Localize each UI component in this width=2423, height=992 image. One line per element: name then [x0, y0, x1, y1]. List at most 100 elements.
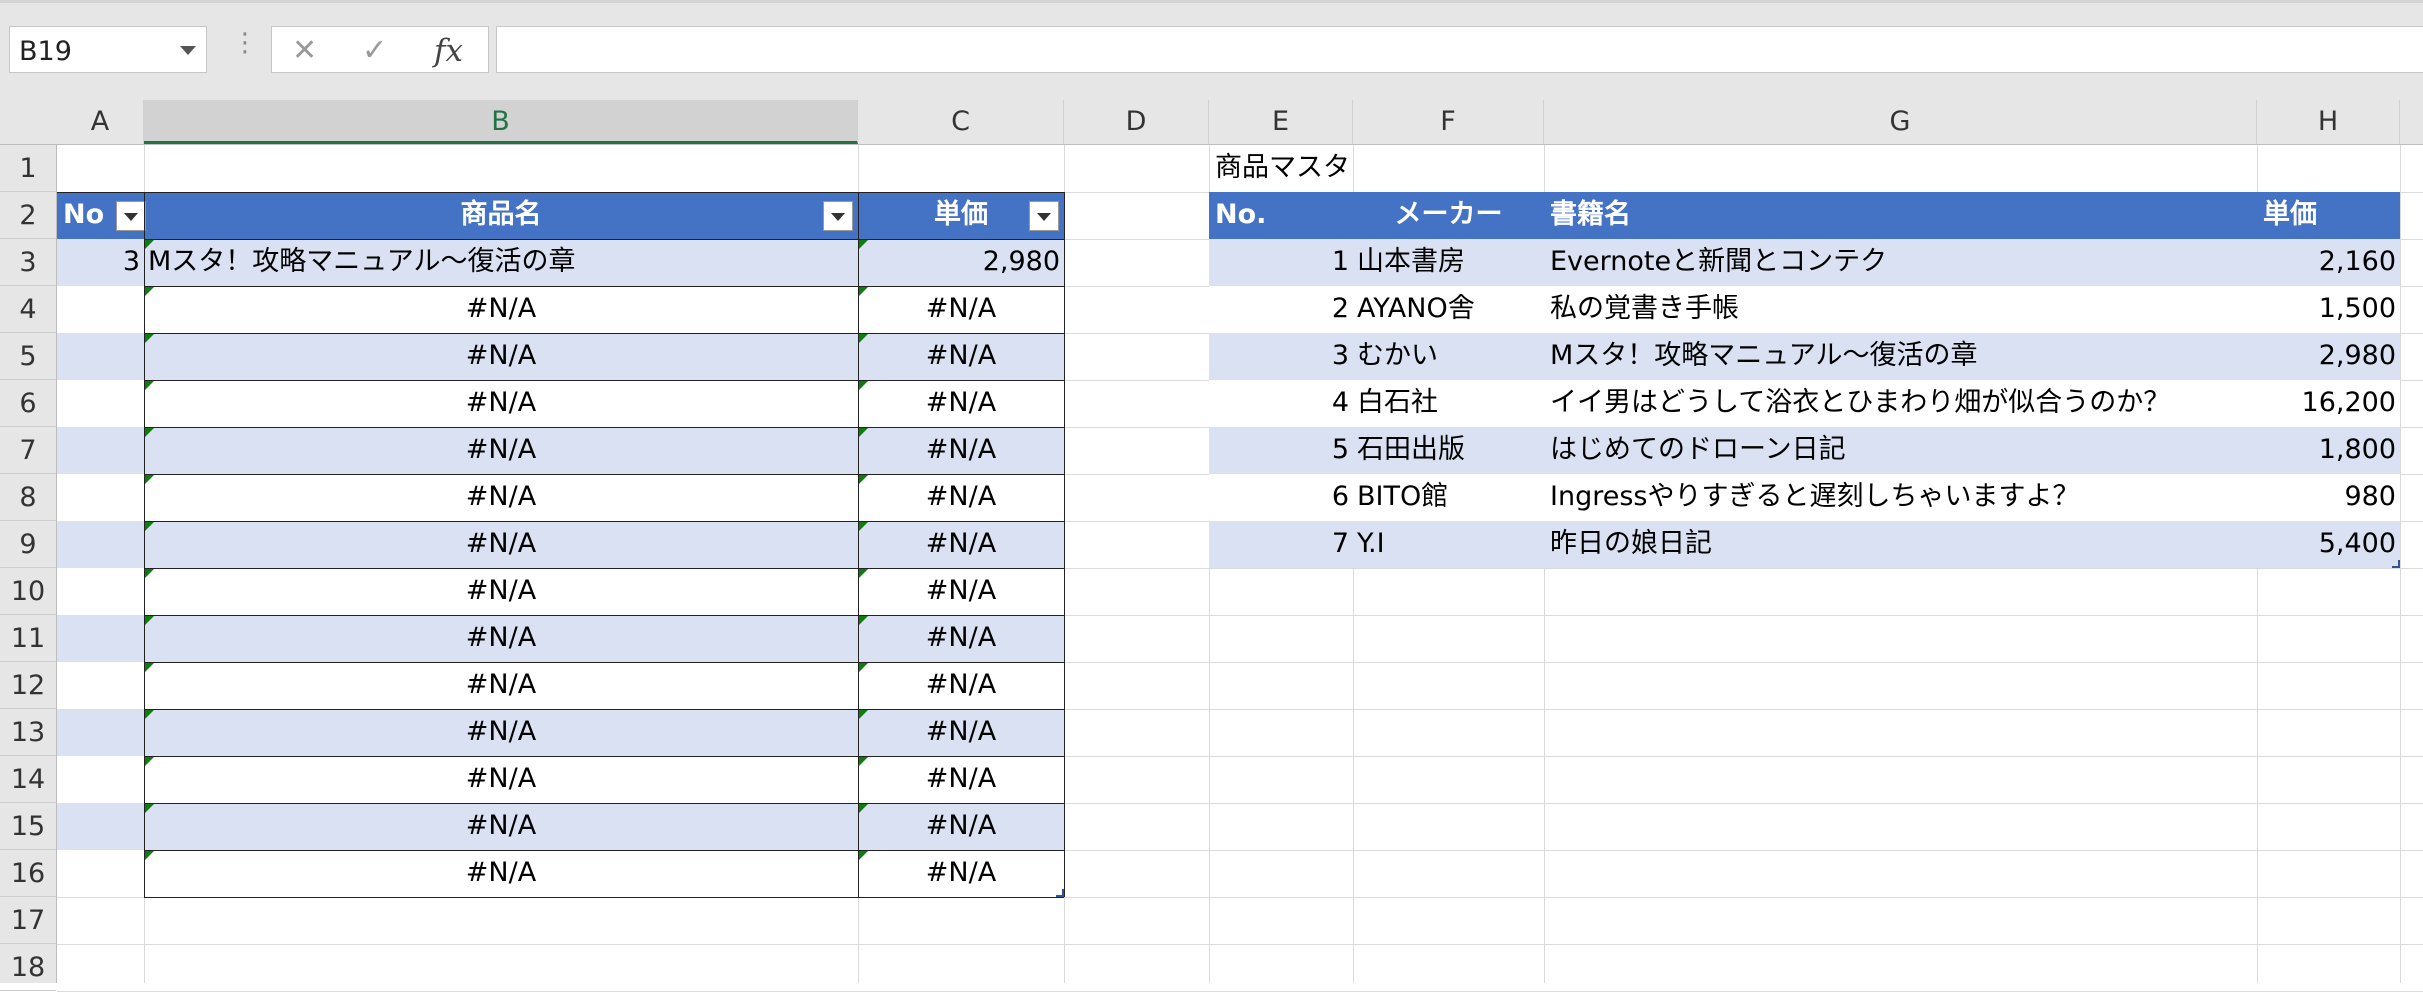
order-cell-name[interactable]: Mスタ！攻略マニュアル～復活の章: [144, 239, 858, 286]
row-header-11[interactable]: 11: [0, 615, 56, 662]
chevron-down-icon[interactable]: [180, 46, 196, 55]
row-header-3[interactable]: 3: [0, 239, 56, 286]
master-cell-book[interactable]: 私の覚書き手帳: [1544, 286, 2257, 333]
row-header-4[interactable]: 4: [0, 286, 56, 333]
master-cell-price[interactable]: 16,200: [2257, 380, 2400, 427]
column-header-b[interactable]: B: [144, 100, 858, 144]
master-cell-maker[interactable]: 白石社: [1353, 380, 1544, 427]
order-cell-price[interactable]: #N/A: [858, 615, 1064, 662]
order-cell-name[interactable]: #N/A: [144, 474, 858, 521]
row-header-12[interactable]: 12: [0, 662, 56, 709]
master-cell-price[interactable]: 980: [2257, 474, 2400, 521]
master-cell-no[interactable]: 1: [1209, 239, 1353, 286]
order-cell-no[interactable]: [57, 568, 144, 615]
master-cell-maker[interactable]: むかい: [1353, 333, 1544, 380]
master-cell-maker[interactable]: 山本書房: [1353, 239, 1544, 286]
order-cell-name[interactable]: #N/A: [144, 521, 858, 568]
order-cell-price[interactable]: #N/A: [858, 709, 1064, 756]
row-header-15[interactable]: 15: [0, 803, 56, 850]
master-cell-book[interactable]: はじめてのドローン日記: [1544, 427, 2257, 474]
order-cell-name[interactable]: #N/A: [144, 756, 858, 803]
order-cell-no[interactable]: [57, 662, 144, 709]
row-header-17[interactable]: 17: [0, 897, 56, 944]
order-cell-price[interactable]: #N/A: [858, 333, 1064, 380]
order-cell-name[interactable]: #N/A: [144, 568, 858, 615]
row-header-16[interactable]: 16: [0, 850, 56, 897]
cancel-icon[interactable]: ✕: [292, 33, 317, 68]
master-cell-no[interactable]: 5: [1209, 427, 1353, 474]
filter-dropdown-price[interactable]: [1029, 201, 1059, 231]
enter-icon[interactable]: ✓: [362, 33, 387, 68]
order-cell-price[interactable]: #N/A: [858, 850, 1064, 897]
master-cell-maker[interactable]: AYANO舎: [1353, 286, 1544, 333]
name-box-value[interactable]: B19: [19, 36, 72, 67]
column-header-f[interactable]: F: [1353, 100, 1544, 144]
row-header-8[interactable]: 8: [0, 474, 56, 521]
master-header-price[interactable]: 単価: [2257, 192, 2400, 239]
row-header-7[interactable]: 7: [0, 427, 56, 474]
order-cell-no[interactable]: [57, 850, 144, 897]
master-cell-maker[interactable]: BITO館: [1353, 474, 1544, 521]
master-cell-no[interactable]: 6: [1209, 474, 1353, 521]
row-header-5[interactable]: 5: [0, 333, 56, 380]
master-resize-handle[interactable]: [2392, 560, 2400, 568]
order-cell-no[interactable]: [57, 521, 144, 568]
order-cell-price[interactable]: #N/A: [858, 568, 1064, 615]
order-cell-name[interactable]: #N/A: [144, 662, 858, 709]
order-cell-no[interactable]: [57, 380, 144, 427]
master-cell-price[interactable]: 1,500: [2257, 286, 2400, 333]
row-header-10[interactable]: 10: [0, 568, 56, 615]
row-header-1[interactable]: 1: [0, 145, 56, 192]
order-cell-no[interactable]: [57, 803, 144, 850]
order-cell-no[interactable]: [57, 756, 144, 803]
master-cell-price[interactable]: 2,980: [2257, 333, 2400, 380]
row-header-13[interactable]: 13: [0, 709, 56, 756]
row-header-18[interactable]: 18: [0, 944, 56, 991]
order-cell-price[interactable]: #N/A: [858, 756, 1064, 803]
filter-dropdown-no[interactable]: [116, 201, 146, 231]
order-cell-no[interactable]: [57, 427, 144, 474]
order-cell-no[interactable]: [57, 286, 144, 333]
master-cell-no[interactable]: 3: [1209, 333, 1353, 380]
column-header-c[interactable]: C: [858, 100, 1064, 144]
master-cell-book[interactable]: Evernoteと新聞とコンテク: [1544, 239, 2257, 286]
order-cell-name[interactable]: #N/A: [144, 380, 858, 427]
order-cell-name[interactable]: #N/A: [144, 333, 858, 380]
order-cell-name[interactable]: #N/A: [144, 427, 858, 474]
master-header-maker[interactable]: メーカー: [1353, 192, 1544, 239]
order-cell-no[interactable]: [57, 615, 144, 662]
order-cell-price[interactable]: #N/A: [858, 380, 1064, 427]
order-cell-price[interactable]: #N/A: [858, 427, 1064, 474]
insert-function-icon[interactable]: fx: [434, 33, 463, 69]
order-cell-price[interactable]: #N/A: [858, 662, 1064, 709]
master-cell-maker[interactable]: 石田出版: [1353, 427, 1544, 474]
order-cell-name[interactable]: #N/A: [144, 803, 858, 850]
order-cell-no[interactable]: 3: [57, 239, 144, 286]
master-cell-no[interactable]: 2: [1209, 286, 1353, 333]
order-cell-price[interactable]: #N/A: [858, 803, 1064, 850]
more-options-icon[interactable]: ⋮: [232, 30, 258, 56]
row-header-9[interactable]: 9: [0, 521, 56, 568]
master-cell-maker[interactable]: Y.I: [1353, 521, 1544, 568]
column-header-g[interactable]: G: [1544, 100, 2257, 144]
order-cell-price[interactable]: #N/A: [858, 474, 1064, 521]
row-header-14[interactable]: 14: [0, 756, 56, 803]
column-header-d[interactable]: D: [1064, 100, 1209, 144]
name-box[interactable]: B19: [9, 26, 207, 73]
order-header-name[interactable]: 商品名: [144, 192, 858, 239]
row-header-2[interactable]: 2: [0, 192, 56, 239]
order-cell-price[interactable]: 2,980: [858, 239, 1064, 286]
order-cell-name[interactable]: #N/A: [144, 615, 858, 662]
column-header-a[interactable]: A: [57, 100, 144, 144]
row-header-6[interactable]: 6: [0, 380, 56, 427]
filter-dropdown-name[interactable]: [823, 201, 853, 231]
master-cell-no[interactable]: 7: [1209, 521, 1353, 568]
order-cell-name[interactable]: #N/A: [144, 709, 858, 756]
order-cell-name[interactable]: #N/A: [144, 850, 858, 897]
master-cell-book[interactable]: イイ男はどうして浴衣とひまわり畑が似合うのか？: [1544, 380, 2257, 427]
order-cell-no[interactable]: [57, 333, 144, 380]
master-cell-book[interactable]: Mスタ！攻略マニュアル～復活の章: [1544, 333, 2257, 380]
master-cell-no[interactable]: 4: [1209, 380, 1353, 427]
master-cell-price[interactable]: 5,400: [2257, 521, 2400, 568]
master-cell-book[interactable]: 昨日の娘日記: [1544, 521, 2257, 568]
